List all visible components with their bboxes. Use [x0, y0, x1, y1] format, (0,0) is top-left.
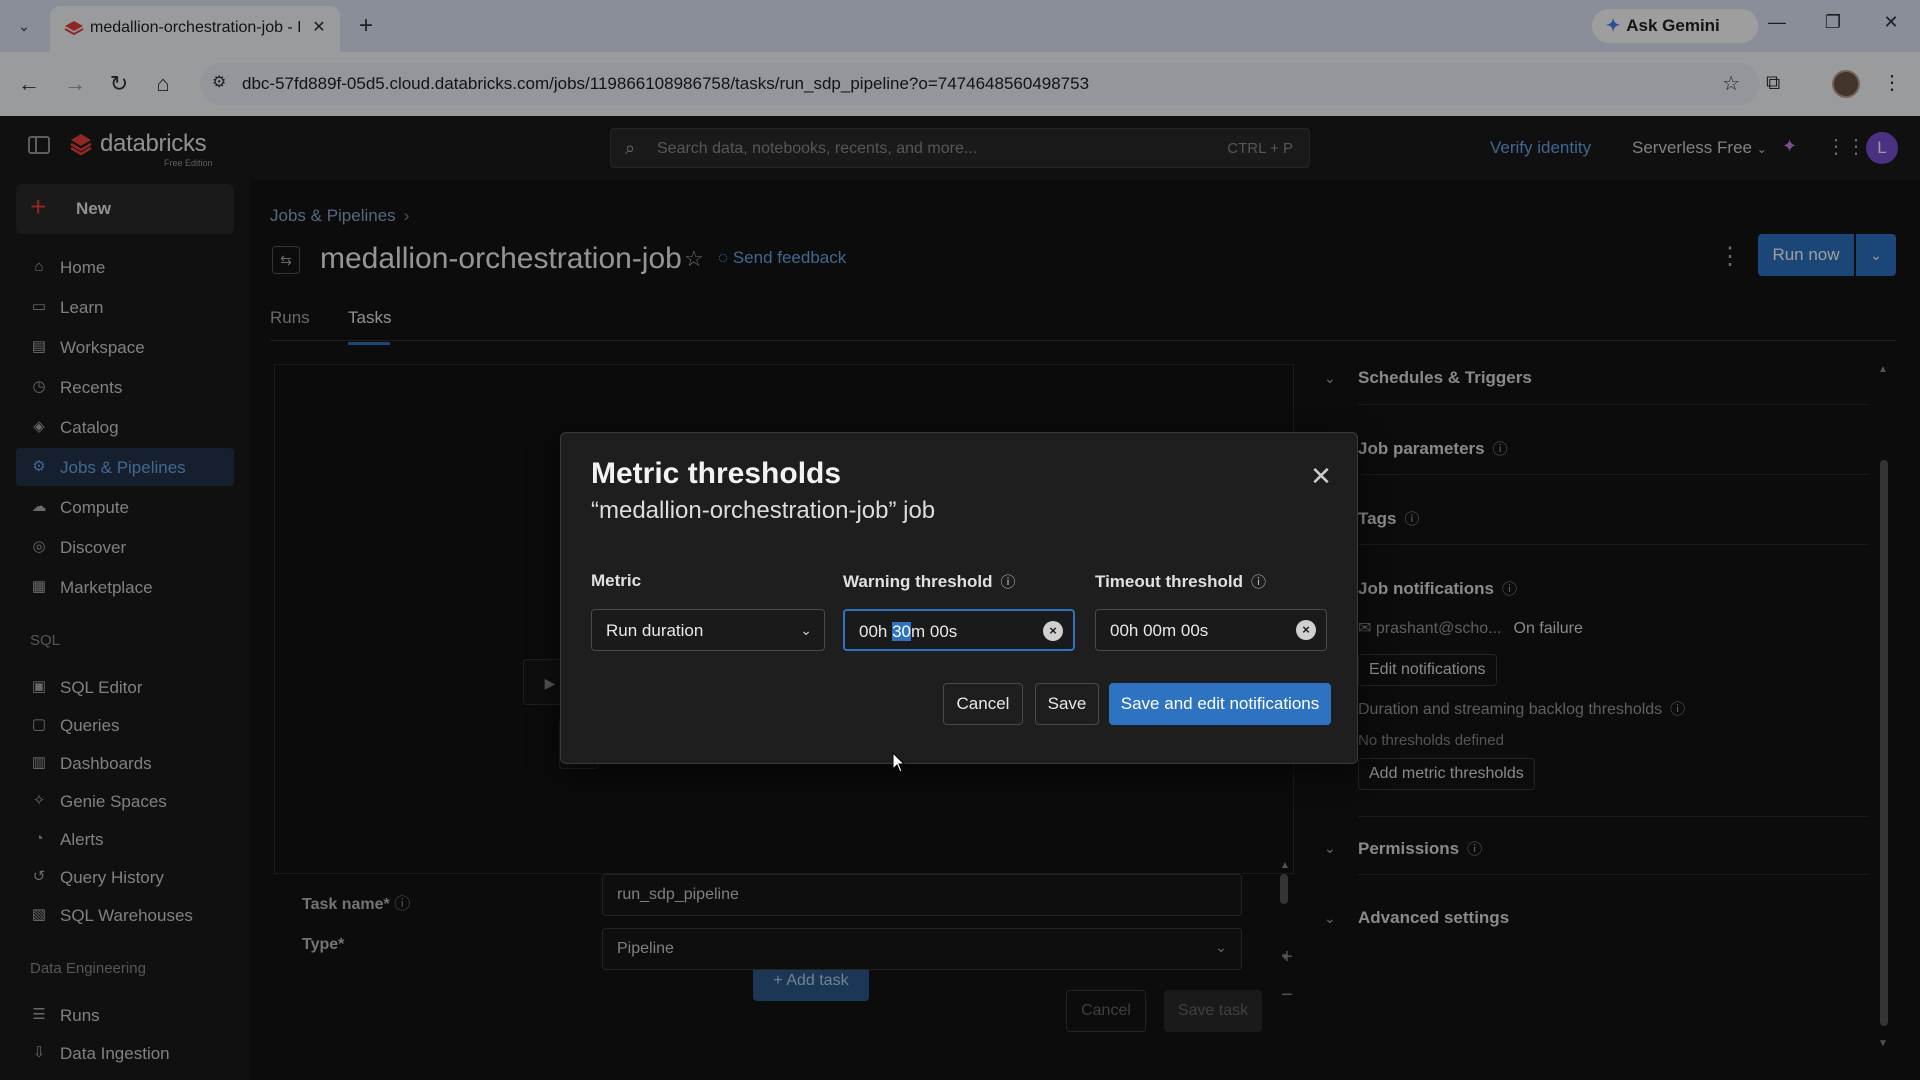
- info-icon: ⓘ: [1250, 574, 1266, 591]
- timeout-threshold-label-text: Timeout threshold: [1095, 572, 1243, 591]
- modal-subtitle: “medallion-orchestration-job” job: [591, 497, 936, 524]
- warning-minutes-selected: 30: [892, 622, 912, 641]
- mouse-cursor-icon: [892, 752, 906, 773]
- cancel-button[interactable]: Cancel: [943, 683, 1023, 725]
- metric-label: Metric: [591, 571, 642, 590]
- metric-thresholds-dialog: Metric thresholds “medallion-orchestrati…: [560, 432, 1358, 764]
- save-button[interactable]: Save: [1035, 683, 1099, 725]
- clear-icon[interactable]: ×: [1043, 621, 1063, 641]
- clear-icon[interactable]: ×: [1296, 620, 1316, 640]
- modal-title: Metric thresholds: [591, 457, 842, 490]
- save-and-edit-notifications-button[interactable]: Save and edit notifications: [1109, 683, 1331, 725]
- info-icon: ⓘ: [1000, 574, 1016, 591]
- metric-value: Run duration: [606, 621, 704, 640]
- warning-threshold-input[interactable]: 00h 30m 00s ×: [843, 609, 1075, 651]
- warning-threshold-value: 00h 30m 00s: [859, 622, 957, 642]
- warning-hours: 00h: [859, 622, 893, 641]
- warning-rest: m 00s: [911, 622, 958, 641]
- chevron-down-icon: ⌄: [800, 622, 812, 638]
- timeout-threshold-value: 00h 00m 00s: [1110, 621, 1209, 640]
- warning-threshold-label-text: Warning threshold: [843, 572, 993, 591]
- metric-select[interactable]: Run duration ⌄: [591, 609, 825, 651]
- close-icon[interactable]: ✕: [1307, 461, 1335, 492]
- timeout-threshold-label: Timeout threshold ⓘ: [1095, 571, 1266, 592]
- timeout-threshold-input[interactable]: 00h 00m 00s ×: [1095, 609, 1327, 651]
- warning-threshold-label: Warning threshold ⓘ: [843, 571, 1016, 592]
